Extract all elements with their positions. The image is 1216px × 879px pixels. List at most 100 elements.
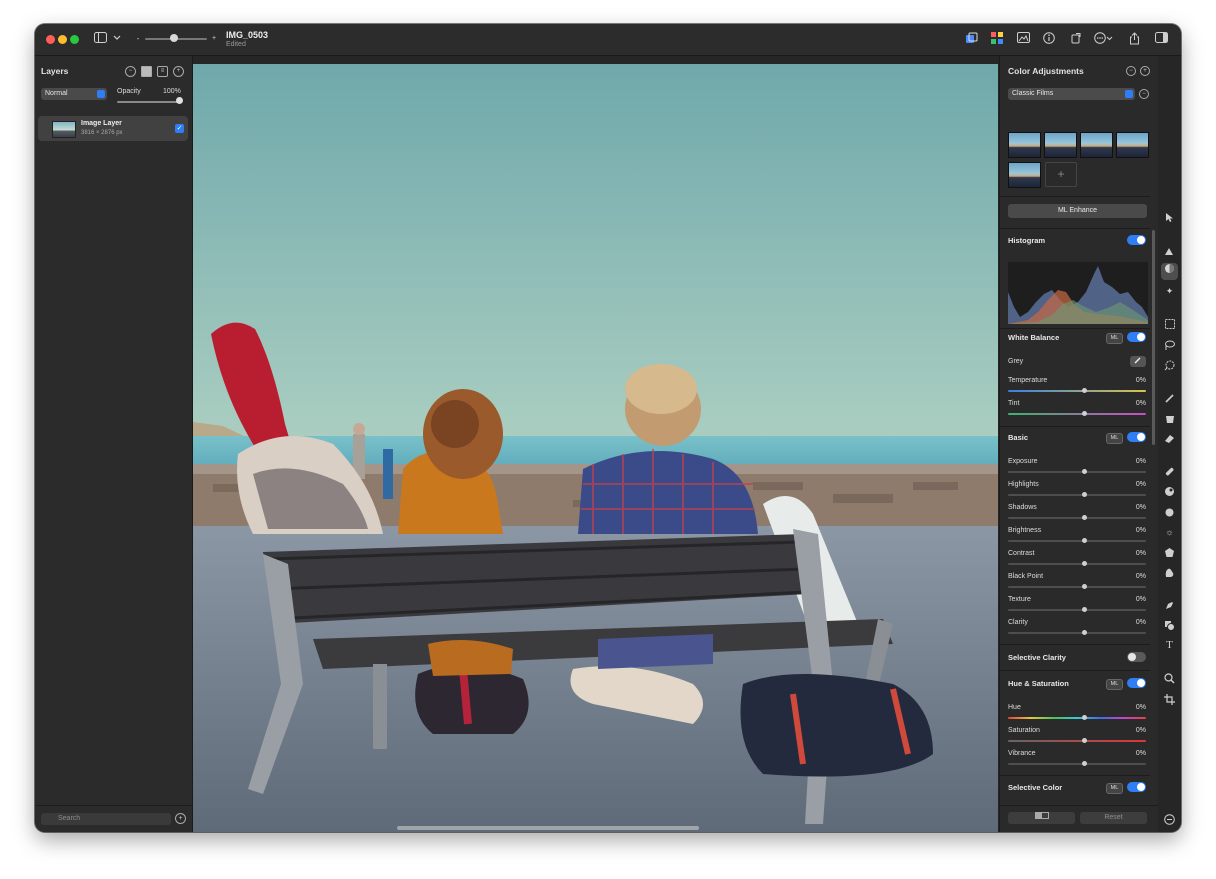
preset-thumbnail[interactable] <box>1116 132 1149 158</box>
ml-badge[interactable]: ML <box>1106 679 1123 690</box>
slider-knob[interactable] <box>1082 469 1087 474</box>
color-adjust-icon[interactable] <box>1161 263 1178 280</box>
zoom-icon[interactable] <box>1164 673 1175 684</box>
preset-thumbnail[interactable] <box>1008 132 1041 158</box>
image-canvas[interactable] <box>193 64 998 832</box>
ml-enhance-button[interactable]: ML Enhance <box>1008 204 1147 218</box>
slider-knob[interactable] <box>1082 715 1087 720</box>
brush-icon[interactable] <box>1164 393 1175 404</box>
histogram-toggle[interactable] <box>1127 235 1146 245</box>
crop-icon[interactable] <box>1164 694 1175 705</box>
selective-clarity-toggle[interactable] <box>1127 652 1146 662</box>
horizontal-scrollbar[interactable] <box>397 826 699 830</box>
preset-thumbnail[interactable] <box>1080 132 1113 158</box>
smudge-icon[interactable] <box>1164 567 1175 578</box>
text-icon[interactable]: T <box>1164 640 1175 651</box>
right-sidebar-icon[interactable] <box>1154 32 1168 46</box>
rotate-icon[interactable] <box>1069 32 1083 46</box>
remove-layer-icon[interactable]: − <box>125 66 136 77</box>
clarity-slider[interactable] <box>1008 630 1146 635</box>
search-input[interactable]: Search <box>41 813 171 825</box>
compare-button[interactable] <box>1008 812 1075 824</box>
color-adjust-icon[interactable] <box>990 32 1004 46</box>
clone-icon[interactable] <box>1164 486 1175 497</box>
pen-icon[interactable] <box>1164 600 1175 611</box>
slider-knob[interactable] <box>1082 561 1087 566</box>
mask-icon[interactable] <box>141 66 152 77</box>
hue-saturation-toggle[interactable] <box>1127 678 1146 688</box>
bucket-icon[interactable] <box>1164 413 1175 424</box>
zoom-in-icon[interactable]: + <box>207 32 221 46</box>
slider-knob[interactable] <box>1082 584 1087 589</box>
slider-knob[interactable] <box>1082 761 1087 766</box>
vibrance-slider[interactable] <box>1008 761 1146 766</box>
ml-badge[interactable]: ML <box>1106 333 1123 344</box>
preset-select[interactable]: Classic Films <box>1008 88 1135 100</box>
rect-select-icon[interactable] <box>1164 319 1175 330</box>
opacity-slider-track[interactable] <box>117 101 181 103</box>
slider-knob[interactable] <box>1082 738 1087 743</box>
chevron-down-icon[interactable] <box>110 32 124 46</box>
temperature-slider[interactable] <box>1008 388 1146 393</box>
stack-icon[interactable]: ≡ <box>157 66 168 77</box>
quick-select-icon[interactable] <box>1164 360 1175 371</box>
remove-adjustment-icon[interactable]: − <box>1126 66 1136 76</box>
ml-badge[interactable]: ML <box>1106 783 1123 794</box>
contrast-slider[interactable] <box>1008 561 1146 566</box>
blur-icon[interactable] <box>1164 507 1175 518</box>
eraser-icon[interactable] <box>1164 433 1175 444</box>
slider-knob[interactable] <box>1082 630 1087 635</box>
arrow-icon[interactable] <box>1164 212 1175 223</box>
eyedropper-button[interactable] <box>1130 356 1146 367</box>
info-icon[interactable] <box>1042 32 1056 46</box>
more-icon[interactable] <box>1093 32 1115 46</box>
layer-visible-checkbox[interactable]: ✓ <box>175 124 184 133</box>
saturation-slider[interactable] <box>1008 738 1146 743</box>
image-icon[interactable] <box>1016 32 1030 46</box>
slider-knob[interactable] <box>1082 388 1087 393</box>
exposure-slider[interactable] <box>1008 469 1146 474</box>
zoom-out-icon[interactable]: - <box>131 32 145 46</box>
ml-badge[interactable]: ML <box>1106 433 1123 444</box>
add-layer-icon[interactable]: + <box>173 66 184 77</box>
vertical-scrollbar[interactable] <box>1152 230 1155 445</box>
basic-toggle[interactable] <box>1127 432 1146 442</box>
magic-icon[interactable]: ✦ <box>1164 286 1175 297</box>
zoom-slider-knob[interactable] <box>170 34 178 42</box>
blend-mode-select[interactable]: Normal <box>41 88 107 100</box>
repair-icon[interactable] <box>1164 466 1175 477</box>
slider-knob[interactable] <box>1082 607 1087 612</box>
retouch-icon[interactable] <box>1164 246 1175 257</box>
zoom-window-button[interactable] <box>70 35 79 44</box>
layers-stack-icon[interactable] <box>964 32 978 46</box>
more-options-icon[interactable] <box>1164 814 1175 825</box>
opacity-slider-knob[interactable] <box>176 97 183 104</box>
slider-knob[interactable] <box>1082 492 1087 497</box>
light-icon[interactable]: ☼ <box>1164 527 1175 538</box>
selective-color-toggle[interactable] <box>1127 782 1146 792</box>
add-preset-button[interactable]: + <box>1045 162 1077 187</box>
slider-knob[interactable] <box>1082 515 1087 520</box>
reset-button[interactable]: Reset <box>1080 812 1147 824</box>
slider-knob[interactable] <box>1082 411 1087 416</box>
share-icon[interactable] <box>1127 32 1141 46</box>
highlights-slider[interactable] <box>1008 492 1146 497</box>
preset-thumbnail[interactable] <box>1008 162 1041 188</box>
close-window-button[interactable] <box>46 35 55 44</box>
tint-slider[interactable] <box>1008 411 1146 416</box>
black-point-slider[interactable] <box>1008 584 1146 589</box>
lasso-icon[interactable] <box>1164 340 1175 351</box>
layer-row[interactable]: Image Layer 3816 × 2876 px ✓ <box>38 116 188 141</box>
minimize-window-button[interactable] <box>58 35 67 44</box>
sidebar-icon[interactable] <box>93 32 107 46</box>
shadows-slider[interactable] <box>1008 515 1146 520</box>
brightness-slider[interactable] <box>1008 538 1146 543</box>
white-balance-toggle[interactable] <box>1127 332 1146 342</box>
remove-preset-icon[interactable]: − <box>1139 89 1149 99</box>
texture-slider[interactable] <box>1008 607 1146 612</box>
preset-thumbnail[interactable] <box>1044 132 1077 158</box>
hue-slider[interactable] <box>1008 715 1146 720</box>
shapes-icon[interactable] <box>1164 620 1175 631</box>
add-icon[interactable]: + <box>175 813 186 824</box>
add-adjustment-icon[interactable]: + <box>1140 66 1150 76</box>
